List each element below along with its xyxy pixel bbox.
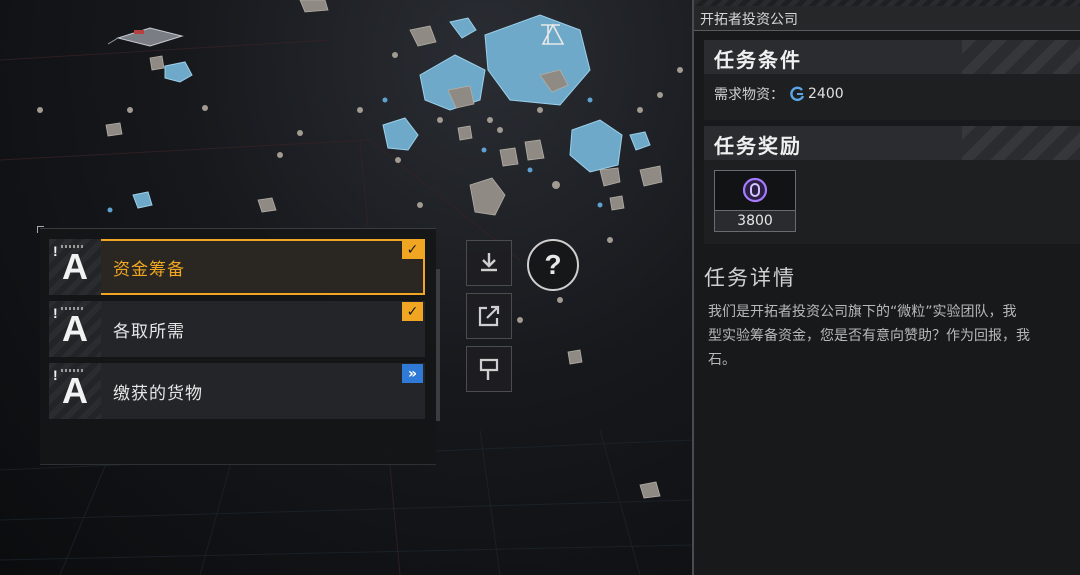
task-label: 各取所需 [113,321,185,342]
conditions-section: 任务条件 需求物资： 2400 [704,40,1080,120]
company-name: 开拓者投资公司 [700,12,798,28]
task-grade: ! A [49,239,101,295]
task-label: 资金筹备 [113,259,185,280]
task-grade: ! A [49,301,101,357]
requirement-amount: 2400 [808,86,844,102]
divider [40,464,436,465]
alert-mark: ! [53,367,58,383]
decor-dots [61,369,83,372]
resource-icon [790,86,805,102]
section-title: 任务条件 [714,48,802,72]
company-header: 开拓者投资公司 [694,6,1080,31]
task-grade: ! A [49,363,101,419]
flag-icon [479,358,499,380]
download-button[interactable] [466,240,512,286]
rewards-section: 任务奖励 3800 [704,126,1080,244]
section-header: 任务奖励 [704,126,1080,160]
task-item-each-needs[interactable]: ! A 各取所需 ✓ [49,301,425,357]
decor-dots [61,245,83,248]
requirement-line: 需求物资： 2400 [714,84,844,104]
grade-letter: A [62,370,88,411]
alert-mark: ! [53,305,58,321]
task-item-seized-cargo[interactable]: ! A 缴获的货物 » [49,363,425,419]
grade-letter: A [62,308,88,349]
requirement-label: 需求物资： [714,87,784,103]
task-list-scrollbar[interactable] [436,269,440,421]
mark-button[interactable] [466,346,512,392]
details-text: 我们是开拓者投资公司旗下的“微粒”实验团队，我 型实验筹备资金，您是否有意向赞助… [708,304,1030,368]
help-button[interactable]: ? [527,239,579,291]
task-label: 缴获的货物 [113,383,203,404]
details-title: 任务详情 [704,266,796,290]
task-detail-panel: 开拓者投资公司 任务条件 需求物资： 2400 任务奖励 3800 任务详情 我… [692,0,1080,575]
download-icon [481,253,497,272]
double-chevron-right-icon: » [402,364,423,383]
particle-currency-icon [742,177,768,203]
section-title: 任务奖励 [714,134,802,158]
grade-letter: A [62,246,88,287]
decor-dots [61,307,83,310]
task-item-funding[interactable]: ! A 资金筹备 ✓ [49,239,425,295]
reward-icon-box [715,171,795,209]
alert-mark: ! [53,243,58,259]
ship-icon [107,27,184,47]
question-icon: ? [544,249,562,280]
check-icon: ✓ [402,240,423,259]
section-header: 任务条件 [704,40,1080,74]
share-icon [478,305,500,327]
task-list-panel: ! A 资金筹备 ✓ ! A 各取所需 ✓ ! A 缴获的货物 » [37,226,440,465]
share-button[interactable] [466,293,512,339]
check-icon: ✓ [402,302,423,321]
reward-amount: 3800 [715,210,795,231]
reward-item[interactable]: 3800 [714,170,796,232]
